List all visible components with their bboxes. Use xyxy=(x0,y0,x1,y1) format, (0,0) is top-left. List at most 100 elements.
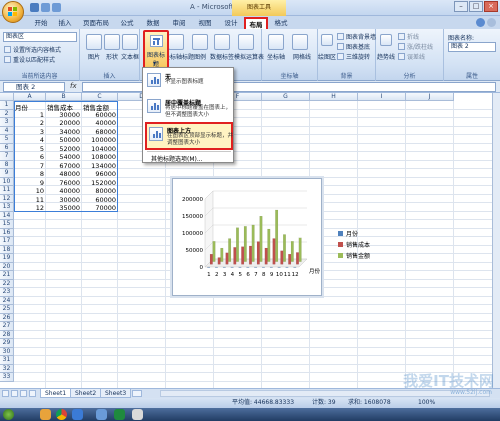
row-header[interactable]: 10 xyxy=(0,177,14,186)
updown-bars-button[interactable]: 涨/跌柱线 xyxy=(398,42,433,51)
row-header[interactable]: 29 xyxy=(0,339,14,348)
next-sheet-icon[interactable] xyxy=(20,390,27,397)
tab-page-layout[interactable]: 页面布局 xyxy=(80,17,112,29)
row-header[interactable]: 21 xyxy=(0,271,14,280)
chart-name-input[interactable]: 图表 2 xyxy=(448,42,496,52)
column-header[interactable]: A xyxy=(14,93,46,101)
row-header[interactable]: 16 xyxy=(0,228,14,237)
browser-icon[interactable] xyxy=(56,409,67,420)
sheet-tab-2[interactable]: Sheet2 xyxy=(70,389,102,398)
tab-format[interactable]: 格式 xyxy=(270,17,292,29)
sheet-tab-1[interactable]: Sheet1 xyxy=(40,389,72,398)
row-header[interactable]: 5 xyxy=(0,135,14,144)
row-header[interactable]: 24 xyxy=(0,296,14,305)
data-table-icon[interactable] xyxy=(238,34,254,50)
textbox-icon[interactable] xyxy=(122,34,138,50)
table-cell[interactable]: 40000 xyxy=(83,119,116,127)
first-sheet-icon[interactable] xyxy=(2,390,9,397)
lines-button[interactable]: 折线 xyxy=(398,32,419,41)
row-header[interactable]: 6 xyxy=(0,143,14,152)
row-header[interactable]: 17 xyxy=(0,237,14,246)
tab-formulas[interactable]: 公式 xyxy=(116,17,138,29)
row-header[interactable]: 2 xyxy=(0,109,14,118)
close-button[interactable]: × xyxy=(484,1,498,12)
table-cell[interactable]: 12 xyxy=(15,204,44,212)
folder-icon[interactable] xyxy=(40,409,51,420)
row-header[interactable]: 22 xyxy=(0,279,14,288)
table-cell[interactable]: 40000 xyxy=(47,187,80,195)
column-header[interactable]: G xyxy=(262,93,310,101)
table-cell[interactable]: 152000 xyxy=(83,179,116,187)
gridlines-icon[interactable] xyxy=(292,34,308,50)
table-cell[interactable]: 3 xyxy=(15,128,44,136)
chart-legend[interactable]: 月份 销售成本 销售金额 xyxy=(338,229,370,262)
row-header[interactable]: 4 xyxy=(0,126,14,135)
row-header[interactable]: 30 xyxy=(0,347,14,356)
excel-icon[interactable] xyxy=(114,409,125,420)
table-cell[interactable]: 108000 xyxy=(83,153,116,161)
column-header[interactable]: B xyxy=(46,93,82,101)
tab-insert[interactable]: 插入 xyxy=(54,17,76,29)
row-header[interactable]: 26 xyxy=(0,313,14,322)
selection-dropdown[interactable]: 图表区 xyxy=(3,32,77,42)
table-cell[interactable]: 11 xyxy=(15,196,44,204)
table-cell[interactable]: 2 xyxy=(15,119,44,127)
fx-icon[interactable]: fx xyxy=(70,82,77,90)
ribbon-minimize-icon[interactable] xyxy=(487,18,496,27)
insert-sheet-icon[interactable] xyxy=(132,390,142,397)
prev-sheet-icon[interactable] xyxy=(11,390,18,397)
tab-layout[interactable]: 布局 xyxy=(244,17,268,29)
row-header[interactable]: 27 xyxy=(0,322,14,331)
legend-entry[interactable]: 月份 xyxy=(338,229,370,240)
chart-area[interactable]: 200000 150000 100000 50000 0 1 2 3 4 5 6 7 8 9 10 11 12 月… xyxy=(172,178,322,296)
document-icon[interactable] xyxy=(132,409,143,420)
table-cell[interactable]: 80000 xyxy=(83,187,116,195)
column-header[interactable]: J xyxy=(406,93,454,101)
table-cell[interactable]: 60000 xyxy=(83,111,116,119)
vertical-scrollbar[interactable] xyxy=(492,93,500,388)
row-header[interactable]: 32 xyxy=(0,364,14,373)
table-cell[interactable]: 30000 xyxy=(47,196,80,204)
tab-review[interactable]: 审阅 xyxy=(168,17,190,29)
reset-style-button[interactable]: 重设以匹配样式 xyxy=(4,55,55,64)
table-cell[interactable]: 52000 xyxy=(47,145,80,153)
row-header[interactable]: 1 xyxy=(0,101,14,110)
column-header[interactable]: H xyxy=(310,93,358,101)
restore-button[interactable]: □ xyxy=(469,1,483,12)
table-cell[interactable]: 30000 xyxy=(47,111,80,119)
row-header[interactable]: 31 xyxy=(0,356,14,365)
table-cell[interactable]: 1 xyxy=(15,111,44,119)
axes-icon[interactable] xyxy=(268,34,284,50)
app-icon[interactable] xyxy=(72,409,83,420)
chart-wall-button[interactable]: 图表背景墙 xyxy=(337,32,376,41)
last-sheet-icon[interactable] xyxy=(29,390,36,397)
trendline-icon[interactable] xyxy=(380,34,392,46)
table-cell[interactable]: 4 xyxy=(15,136,44,144)
minimize-button[interactable]: – xyxy=(454,1,468,12)
dropdown-item-above-chart[interactable]: 图表上方 在图表区顶部显示标题，并调整图表大小 xyxy=(145,122,233,150)
name-box[interactable]: 图表 2 xyxy=(3,82,65,92)
plot-area-icon[interactable] xyxy=(321,34,333,46)
row-header[interactable]: 33 xyxy=(0,373,14,382)
legend-entry[interactable]: 销售成本 xyxy=(338,240,370,251)
table-cell[interactable]: 70000 xyxy=(83,204,116,212)
row-header[interactable]: 8 xyxy=(0,160,14,169)
row-header[interactable]: 19 xyxy=(0,254,14,263)
more-title-options[interactable]: 其他标题选项(M)... xyxy=(151,154,203,163)
table-cell[interactable]: 134000 xyxy=(83,162,116,170)
table-cell[interactable]: 9 xyxy=(15,179,44,187)
table-cell[interactable]: 5 xyxy=(15,145,44,153)
select-all-corner[interactable] xyxy=(0,93,14,101)
undo-icon[interactable] xyxy=(41,3,50,12)
table-cell[interactable]: 7 xyxy=(15,162,44,170)
row-header[interactable]: 13 xyxy=(0,203,14,212)
table-cell[interactable]: 20000 xyxy=(47,119,80,127)
row-header[interactable]: 28 xyxy=(0,330,14,339)
row-header[interactable]: 3 xyxy=(0,118,14,127)
row-header[interactable]: 25 xyxy=(0,305,14,314)
row-header[interactable]: 12 xyxy=(0,194,14,203)
row-header[interactable]: 15 xyxy=(0,220,14,229)
table-cell[interactable]: 6 xyxy=(15,153,44,161)
3d-rotation-button[interactable]: 三维旋转 xyxy=(337,52,370,61)
table-cell[interactable]: 67000 xyxy=(47,162,80,170)
